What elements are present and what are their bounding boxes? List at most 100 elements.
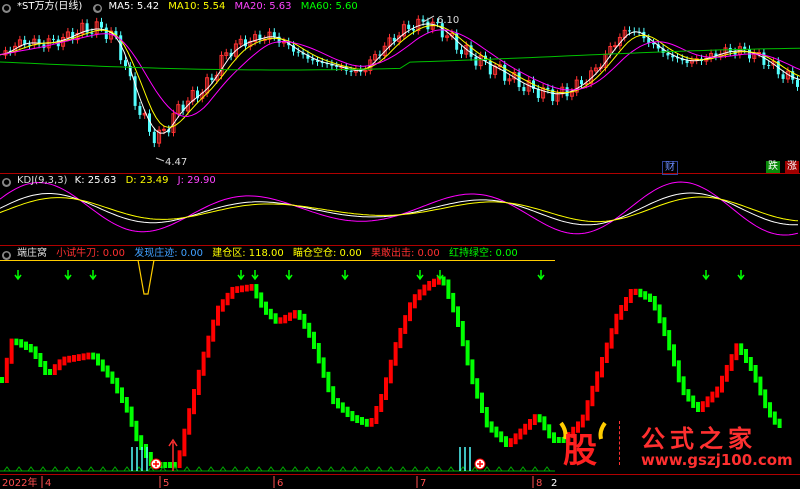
candlestick [32,35,37,49]
step-bar [667,330,672,351]
zhuang-name: 端庄窝 [17,248,47,259]
step-bar [355,415,360,424]
watermark-url: www.gszj100.com [641,451,793,469]
step-bar [38,353,43,367]
step-bar [312,331,316,349]
step-bar [350,411,355,422]
chart-canvas[interactable]: 6.10 4.47 2022年 4 5 6 7 8 2 [0,0,800,489]
step-bar [456,306,460,327]
step-bar [590,385,595,407]
step-bar [489,421,494,433]
step-bar [681,376,686,396]
step-bar [739,343,744,355]
step-bar [758,376,763,396]
step-bar [470,359,475,385]
candlestick [190,86,195,106]
candlestick [17,35,22,51]
baseline-tick [387,466,395,472]
baseline-tick [27,466,35,472]
kdj-panel-header: ● KDJ(9,3,3) K: 25.63 D: 23.49 J: 29.90 [0,174,222,188]
step-bar [705,396,710,408]
kdj-menu-icon[interactable]: ● [2,178,11,187]
step-bar [652,296,657,311]
watermark: 股 公式之家 www.gszj100.com [555,417,800,471]
step-bar [278,317,283,324]
baseline-tick [327,466,335,472]
step-bar [412,294,417,309]
candlestick [503,60,507,85]
baseline-tick [111,466,119,472]
step-bar [446,279,451,299]
step-bar [14,338,19,346]
down-arrow-icon [341,270,349,281]
badge-cai[interactable]: 财 [662,161,678,175]
baseline-tick [339,466,347,472]
zhuang-item-3: 建仓区: 118.00 [212,248,284,259]
step-bar [384,377,388,400]
baseline-tick [3,466,11,472]
candlestick [507,74,512,85]
kdj-k-line [0,192,798,226]
step-bar [729,354,734,371]
zhuang-item-2: 发现庄迹: 0.00 [134,248,204,259]
step-bar [532,414,537,425]
ma60-label: MA60: 5.60 [300,1,358,12]
step-bar [494,426,499,438]
zhuang-menu-icon[interactable]: ● [2,251,11,260]
baseline-tick [423,466,431,472]
step-bar [340,402,345,413]
baseline-tick [99,466,107,472]
badge-zhang[interactable]: 涨 [785,161,799,173]
step-bar [57,359,62,371]
candlestick [767,60,771,70]
step-bar [67,355,72,363]
candlestick [718,50,723,61]
badge-die[interactable]: 跌 [766,161,780,173]
step-bar [614,313,619,335]
symbol-title: *ST万方(日线) [17,1,83,12]
baseline-tick [399,466,407,472]
candlestick [565,83,569,101]
candlestick [157,126,162,148]
step-bar [302,313,307,329]
step-bar [288,312,292,321]
baseline-tick [507,466,515,472]
baseline-tick [543,466,551,472]
step-bar [657,304,662,324]
down-arrow-icon [251,270,259,281]
step-bar [163,462,168,468]
candlestick [512,68,517,83]
signal-arrows [14,270,745,281]
step-bar [374,406,379,424]
settings-icon[interactable]: ● [93,4,103,13]
baseline-tick [39,466,47,472]
candlestick [23,35,27,49]
step-bar [364,418,369,427]
step-bar [326,371,331,393]
x-axis-label-end: 2 [551,478,557,489]
zhuang-item-5: 果敢出击: 0.00 [370,248,440,259]
step-bar [48,369,52,375]
panel-menu-icon[interactable]: ● [2,4,11,13]
candlestick [560,83,565,98]
step-bar [134,420,139,442]
step-bar [427,280,432,291]
step-bar [720,375,724,393]
baseline-tick [303,466,311,472]
step-bar [316,343,321,364]
step-bar [187,408,192,435]
step-bar [542,416,547,431]
baseline-tick [363,466,371,472]
kdj-k-value: K: 25.63 [74,175,117,186]
step-bar [115,377,120,394]
step-bar [249,284,254,291]
step-bar [513,433,518,445]
step-bar [292,310,297,319]
step-bar [331,386,336,405]
step-bar [672,344,676,367]
step-bar [696,401,700,412]
candlestick [133,72,137,110]
step-bar [475,378,480,399]
baseline-tick [195,466,203,472]
step-bar [662,317,667,337]
